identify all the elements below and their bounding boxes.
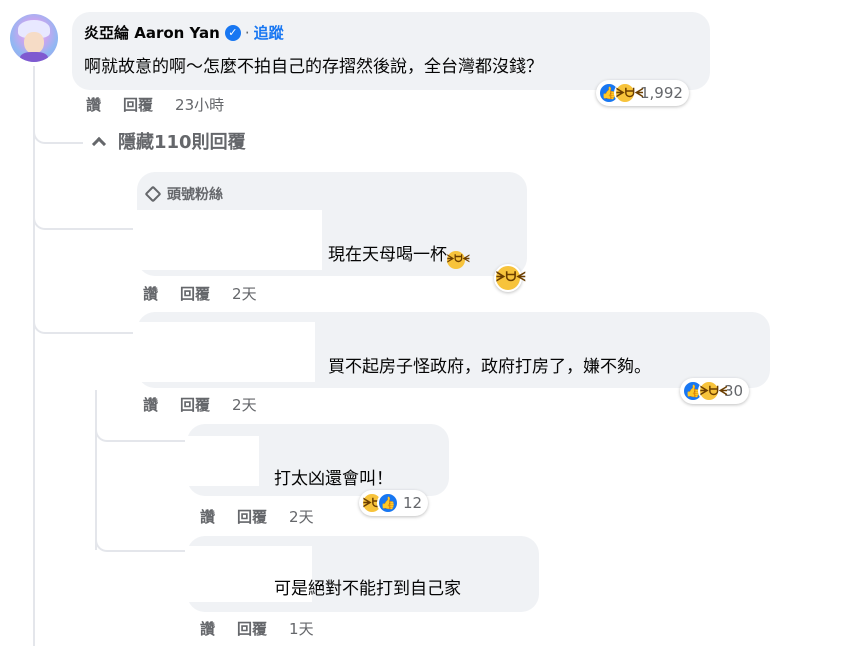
author-avatar[interactable] bbox=[10, 14, 58, 62]
reply-actions-1: 讚 回覆 2天 bbox=[143, 283, 279, 304]
reply-button[interactable]: 回覆 bbox=[237, 506, 267, 527]
reply-actions-3: 讚 回覆 2天 bbox=[200, 506, 336, 527]
reply-button[interactable]: 回覆 bbox=[180, 394, 210, 415]
timestamp[interactable]: 2天 bbox=[289, 506, 314, 527]
haha-icon: ᗒᗨᗕ bbox=[698, 380, 727, 402]
separator-dot: · bbox=[244, 23, 250, 42]
reply-text-4: 可是絕對不能打到自己家 bbox=[274, 579, 461, 599]
redacted-author-1 bbox=[137, 210, 322, 270]
haha-icon[interactable]: ᗒᗨᗕ bbox=[494, 264, 526, 292]
redacted-author-2 bbox=[137, 322, 315, 382]
rolling-laughing-emoji-icon: ᗒᗨᗕ bbox=[447, 251, 470, 269]
like-button[interactable]: 讚 bbox=[200, 618, 215, 639]
reply-2-reaction-summary[interactable]: 👍 ᗒᗨᗕ 30 bbox=[680, 378, 750, 404]
reply-bubble-3: 打太凶還會叫！ bbox=[187, 424, 449, 496]
reply-button[interactable]: 回覆 bbox=[180, 283, 210, 304]
timestamp[interactable]: 2天 bbox=[232, 394, 257, 415]
thread-line-main bbox=[33, 66, 35, 646]
thread-hook-reply-4 bbox=[95, 530, 185, 552]
chevron-up-icon bbox=[91, 136, 107, 152]
like-button[interactable]: 讚 bbox=[143, 394, 158, 415]
like-button[interactable]: 讚 bbox=[86, 94, 101, 115]
main-comment-actions: 讚 回覆 23小時 bbox=[86, 94, 246, 115]
reply-3-reaction-summary[interactable]: ᗒᗨᗕ 👍 12 bbox=[359, 490, 429, 516]
haha-icon: ᗒᗨᗕ bbox=[614, 82, 643, 104]
timestamp[interactable]: 23小時 bbox=[175, 94, 224, 115]
reply-bubble-1: 頭號粉絲 現在天母喝一杯ᗒᗨᗕ bbox=[137, 172, 527, 276]
thread-hook-hide bbox=[33, 100, 83, 144]
hide-replies-button[interactable]: 隱藏110則回覆 bbox=[90, 128, 246, 154]
follow-button[interactable]: 追蹤 bbox=[254, 22, 284, 43]
reply-actions-4: 讚 回覆 1天 bbox=[200, 618, 336, 639]
thread-line-sub bbox=[95, 390, 97, 550]
reply-text-3: 打太凶還會叫！ bbox=[274, 469, 393, 489]
reply-3-reaction-count: 12 bbox=[403, 494, 423, 512]
thread-hook-reply-2 bbox=[33, 300, 133, 334]
diamond-icon bbox=[144, 185, 162, 203]
reply-actions-2: 讚 回覆 2天 bbox=[143, 394, 279, 415]
like-button[interactable]: 讚 bbox=[143, 283, 158, 304]
reply-button[interactable]: 回覆 bbox=[237, 618, 267, 639]
reply-text-1-body: 現在天母喝一杯 bbox=[328, 245, 447, 265]
main-reaction-summary[interactable]: 👍 ᗒᗨᗕ 1,992 bbox=[596, 80, 689, 106]
top-fan-badge: 頭號粉絲 bbox=[143, 184, 223, 204]
top-fan-label: 頭號粉絲 bbox=[167, 187, 223, 203]
reply-text-2: 買不起房子怪政府，政府打房了，嫌不夠。 bbox=[328, 357, 651, 377]
timestamp[interactable]: 1天 bbox=[289, 618, 314, 639]
thread-hook-reply-3 bbox=[95, 420, 185, 442]
reply-bubble-2: 買不起房子怪政府，政府打房了，嫌不夠。 bbox=[137, 312, 770, 388]
redacted-author-3 bbox=[187, 436, 259, 486]
main-comment-bubble: 炎亞綸 Aaron Yan ✓ · 追蹤 啊就故意的啊～怎麼不拍自己的存摺然後說… bbox=[72, 12, 710, 90]
avatar-collar bbox=[20, 52, 48, 62]
like-button[interactable]: 讚 bbox=[200, 506, 215, 527]
hide-replies-label: 隱藏110則回覆 bbox=[118, 132, 246, 153]
reply-text-1: 現在天母喝一杯ᗒᗨᗕ bbox=[328, 240, 470, 269]
verified-badge-icon: ✓ bbox=[224, 24, 241, 41]
main-reaction-count: 1,992 bbox=[640, 84, 683, 102]
like-icon: 👍 bbox=[377, 492, 399, 514]
reply-button[interactable]: 回覆 bbox=[123, 94, 153, 115]
timestamp[interactable]: 2天 bbox=[232, 283, 257, 304]
reply-bubble-4: 可是絕對不能打到自己家 bbox=[187, 536, 539, 612]
thread-hook-reply-1 bbox=[33, 200, 133, 230]
author-row: 炎亞綸 Aaron Yan ✓ · 追蹤 bbox=[84, 22, 284, 43]
main-comment-text: 啊就故意的啊～怎麼不拍自己的存摺然後說，全台灣都沒錢？ bbox=[84, 57, 543, 77]
avatar-face bbox=[24, 32, 44, 54]
author-name[interactable]: 炎亞綸 Aaron Yan bbox=[84, 22, 220, 43]
